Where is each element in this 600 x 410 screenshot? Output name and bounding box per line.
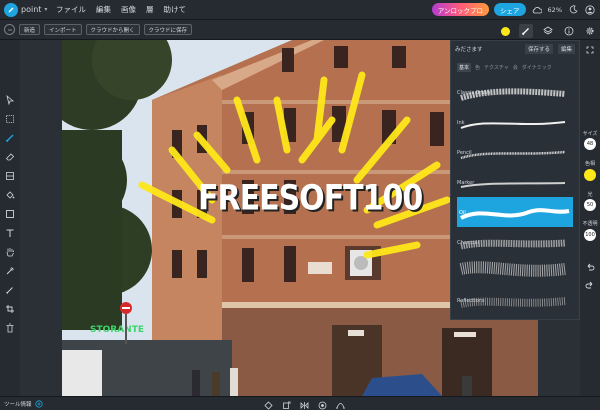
brush-panel-title: みださます [455,47,483,53]
cloud-icon[interactable] [531,4,543,16]
paint-bucket-icon[interactable] [4,189,16,201]
brush-tabs: 基本 色 テクスチャ 会 ダイナミック [451,57,579,73]
brush-preview [460,88,566,101]
redo-icon[interactable] [584,280,596,292]
text-tool-icon[interactable] [4,227,16,239]
settings-icon[interactable] [584,25,596,37]
brush-preview [460,150,566,160]
brush-preview [460,182,566,188]
edit-brush-button[interactable]: 編集 [557,44,575,54]
brush-item-classic[interactable]: Classic Brush [451,77,579,107]
restaurant-sign: STORANTE [90,325,144,335]
opacity-value[interactable]: 100 [584,229,596,241]
layers-icon[interactable] [542,25,554,37]
app-logo[interactable]: point ▾ [0,2,52,17]
save-to-cloud-button[interactable]: クラウドに保存 [143,24,193,35]
open-from-cloud-button[interactable]: クラウドから開く [85,24,140,35]
brush-preview [459,261,566,277]
tab-color[interactable]: 色 [475,64,480,71]
logo-icon [4,2,18,17]
light-label: 光 [587,192,593,198]
light-value[interactable]: 50 [584,199,596,211]
brush-item-texture[interactable] [451,257,579,285]
info-icon[interactable] [563,25,575,37]
brush-item-reflections[interactable]: Reflections [451,285,579,315]
color-swatch[interactable] [584,169,596,181]
fill-area-icon[interactable] [4,170,16,182]
current-color-swatch[interactable] [501,26,510,36]
tool-sidebar [0,40,20,396]
size-label: サイズ [582,131,598,137]
tab-dynamic[interactable]: ダイナミック [522,64,552,71]
unlock-pro-button[interactable]: アンロックプロ [431,3,490,16]
tab-meeting[interactable]: 会 [513,64,518,71]
flip-icon[interactable] [298,399,310,410]
brush-panel: みださます 保存する 編集 基本 色 テクスチャ 会 ダイナミック Classi… [450,40,580,320]
moon-icon[interactable] [567,4,579,16]
trash-icon[interactable] [4,322,16,334]
curve-icon[interactable] [334,399,346,410]
brush-list: Classic Brush Ink Pencil Marker Oil Char… [451,77,579,315]
crop-icon[interactable] [4,303,16,315]
account-icon[interactable] [584,4,596,16]
expand-icon[interactable] [584,44,596,56]
menu-layer[interactable]: 層 [146,4,154,15]
brush-preview [460,121,566,129]
hand-pan-icon[interactable] [4,246,16,258]
save-brush-button[interactable]: 保存する [524,44,553,54]
fit-screen-icon[interactable] [262,399,274,410]
panel-toggles [501,24,596,38]
eyedropper-icon[interactable] [4,265,16,277]
tool-info-label: ツール情報 [4,401,32,408]
brush-icon[interactable] [519,24,533,38]
watermark-text: FREESOFT100 [198,178,423,219]
status-bar: ツール情報 [0,396,600,410]
undo-icon[interactable] [584,262,596,274]
zoom-level[interactable]: 62% [548,6,562,14]
tab-texture[interactable]: テクスチャ [484,64,509,71]
share-button[interactable]: シェア [494,3,526,16]
rectangle-shape-icon[interactable] [4,208,16,220]
file-toolbar: 新造 インポート クラウドから開く クラウドに保存 [0,20,600,40]
pen-icon[interactable] [4,284,16,296]
add-circle-icon[interactable] [34,399,43,408]
brush-tool-icon[interactable] [4,132,16,144]
top-right-controls: アンロックプロ シェア 62% [431,3,596,16]
menu-image[interactable]: 画像 [121,4,136,15]
size-value[interactable]: 48 [584,138,596,150]
brush-item-marker[interactable]: Marker [451,167,579,197]
brush-panel-header: みださます 保存する 編集 [451,41,579,57]
brush-item-ink[interactable]: Ink [451,107,579,137]
app-name: point [21,5,42,14]
color-label: 色相 [584,161,595,167]
import-button[interactable]: インポート [44,24,82,35]
bottom-toolbar [262,399,346,410]
pointer-icon[interactable] [4,94,16,106]
main-menu: ファイル 編集 画像 層 助けて [56,4,186,15]
menu-help[interactable]: 助けて [164,4,187,15]
target-icon[interactable] [316,399,328,410]
new-button[interactable]: 新造 [19,24,41,35]
menu-edit[interactable]: 編集 [96,4,111,15]
marquee-select-icon[interactable] [4,113,16,125]
menu-file[interactable]: ファイル [56,4,86,15]
opacity-label: 不透明 [582,221,598,227]
chevron-down-icon: ▾ [44,6,48,13]
brush-preview [460,239,566,250]
eraser-icon[interactable] [4,151,16,163]
brush-item-pencil[interactable]: Pencil [451,137,579,167]
menu-bar: point ▾ ファイル 編集 画像 層 助けて アンロックプロ シェア 62% [0,0,600,20]
brush-item-charcoal[interactable]: Charcoal [451,227,579,257]
brush-properties-bar: サイズ 48 色相 光 50 不透明 100 [580,40,600,396]
brush-item-oil[interactable]: Oil [457,197,573,227]
rotate-icon[interactable] [280,399,292,410]
app-window: point ▾ ファイル 編集 画像 層 助けて アンロックプロ シェア 62% [0,0,600,410]
brush-preview [460,208,570,220]
tab-basic[interactable]: 基本 [457,62,472,72]
brush-preview [460,297,566,308]
undo-history-icon[interactable] [4,24,15,35]
